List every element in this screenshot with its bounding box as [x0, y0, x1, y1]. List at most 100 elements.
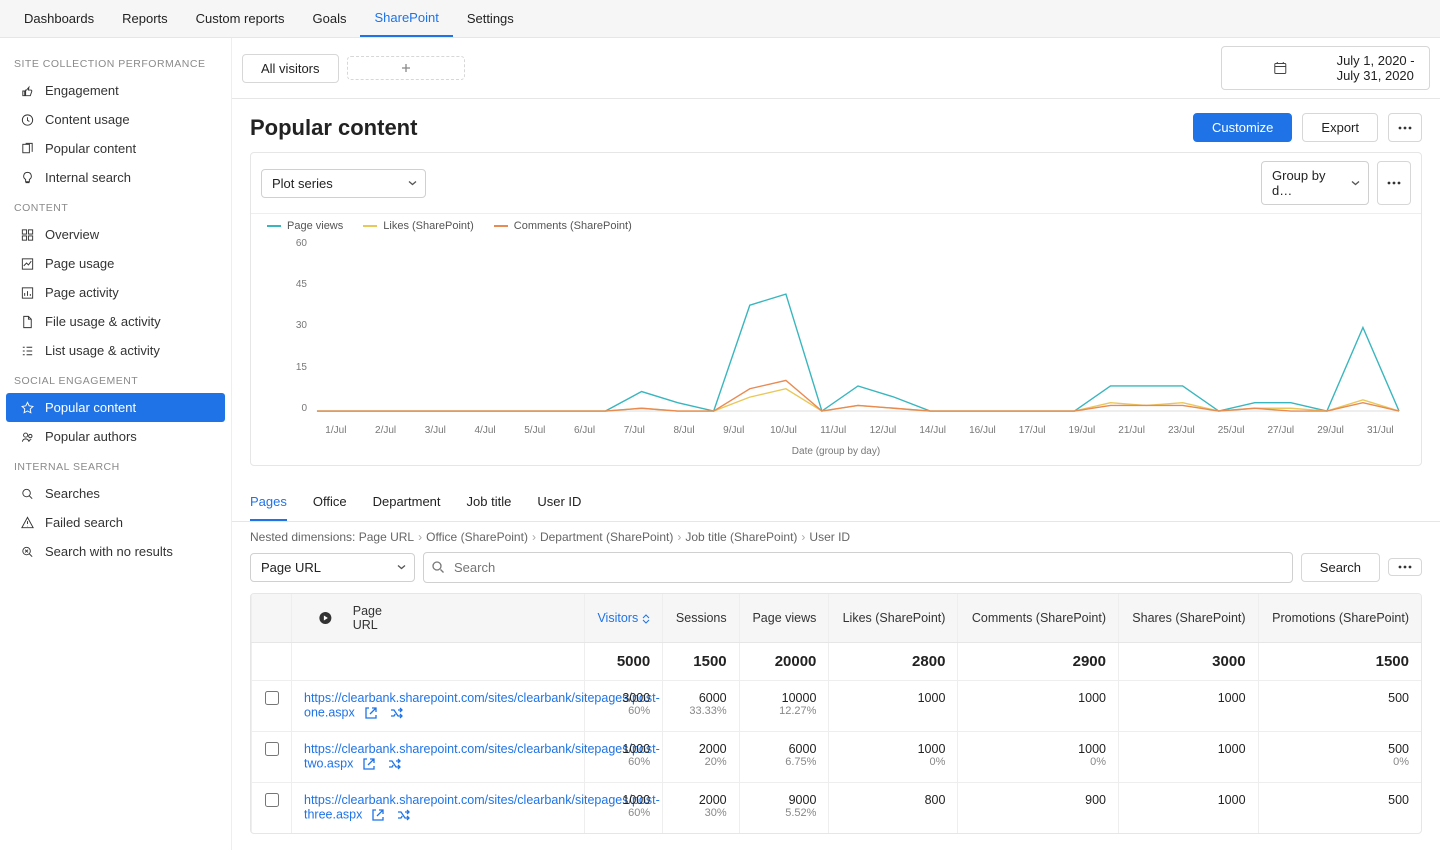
users-icon: [20, 429, 35, 444]
tab-pages[interactable]: Pages: [250, 484, 287, 521]
sidebar-item-failed-search[interactable]: Failed search: [0, 508, 231, 537]
breadcrumb-item[interactable]: User ID: [809, 530, 850, 544]
legend-item[interactable]: Likes (SharePoint): [363, 220, 474, 232]
col-shares-sharepoint-[interactable]: Shares (SharePoint): [1118, 594, 1258, 643]
breadcrumb-item[interactable]: Page URL: [359, 530, 414, 544]
chart-icon: [20, 256, 35, 271]
table-row: https://clearbank.sharepoint.com/sites/c…: [252, 782, 1422, 833]
tab-department[interactable]: Department: [373, 484, 441, 521]
topnav-custom-reports[interactable]: Custom reports: [182, 0, 299, 37]
x-axis-caption: Date (group by day): [251, 444, 1421, 465]
sidebar-item-list-usage-activity[interactable]: List usage & activity: [0, 336, 231, 365]
topnav-goals[interactable]: Goals: [299, 0, 361, 37]
sidebar-item-overview[interactable]: Overview: [0, 220, 231, 249]
table-row: https://clearbank.sharepoint.com/sites/c…: [252, 731, 1422, 782]
sidebar-item-engagement[interactable]: Engagement: [0, 76, 231, 105]
searchx-icon: [20, 544, 35, 559]
sidebar-section: INTERNAL SEARCH: [0, 451, 231, 479]
col-visitors[interactable]: Visitors: [584, 594, 662, 643]
breadcrumb-item[interactable]: Job title (SharePoint): [685, 530, 797, 544]
sidebar-item-content-usage[interactable]: Content usage: [0, 105, 231, 134]
sidebar-item-searches[interactable]: Searches: [0, 479, 231, 508]
col-page-views[interactable]: Page views: [739, 594, 829, 643]
checkbox-header: [252, 594, 292, 643]
plus-icon: [348, 63, 464, 73]
sidebar: SITE COLLECTION PERFORMANCEEngagementCon…: [0, 38, 232, 850]
shuffle-icon[interactable]: [396, 807, 412, 823]
line-chart: [311, 236, 1405, 425]
tab-user-id[interactable]: User ID: [537, 484, 581, 521]
sidebar-item-popular-authors[interactable]: Popular authors: [0, 422, 231, 451]
top-navigation: DashboardsReportsCustom reportsGoalsShar…: [0, 0, 1440, 38]
file-icon: [20, 314, 35, 329]
legend-item[interactable]: Page views: [267, 220, 343, 232]
col-comments-sharepoint-[interactable]: Comments (SharePoint): [958, 594, 1119, 643]
bulb-icon: [20, 170, 35, 185]
topnav-dashboards[interactable]: Dashboards: [10, 0, 108, 37]
col-likes-sharepoint-[interactable]: Likes (SharePoint): [829, 594, 958, 643]
sidebar-section: CONTENT: [0, 192, 231, 220]
chart-card: Plot series Group by d… Page views Likes …: [250, 152, 1422, 466]
legend-item[interactable]: Comments (SharePoint): [494, 220, 632, 232]
dots-icon: [1397, 126, 1413, 130]
row-checkbox[interactable]: [265, 742, 279, 756]
sidebar-item-popular-content[interactable]: Popular content: [0, 134, 231, 163]
dots-icon: [1397, 565, 1413, 569]
more-actions-button[interactable]: [1388, 113, 1422, 142]
thumbs-icon: [20, 83, 35, 98]
dimension-select[interactable]: Page URL: [250, 553, 415, 582]
list-icon: [20, 343, 35, 358]
page-title: Popular content: [250, 115, 417, 141]
sidebar-section: SOCIAL ENGAGEMENT: [0, 365, 231, 393]
topnav-settings[interactable]: Settings: [453, 0, 528, 37]
visitor-tab-bar: All visitors July 1, 2020 - July 31, 202…: [232, 38, 1440, 99]
tab-office[interactable]: Office: [313, 484, 347, 521]
shuffle-icon[interactable]: [387, 756, 403, 772]
topnav-reports[interactable]: Reports: [108, 0, 182, 37]
sidebar-item-page-activity[interactable]: Page activity: [0, 278, 231, 307]
tab-job-title[interactable]: Job title: [467, 484, 512, 521]
clock-icon: [20, 112, 35, 127]
dimension-tabs: Pages Office Department Job title User ID: [232, 484, 1440, 522]
calendar-icon: [1234, 61, 1327, 75]
sidebar-item-file-usage-activity[interactable]: File usage & activity: [0, 307, 231, 336]
open-external-icon[interactable]: [361, 756, 377, 772]
copy-icon: [20, 141, 35, 156]
chevron-down-icon: [1351, 179, 1360, 188]
sort-desc-icon: [642, 614, 650, 624]
breadcrumb-item[interactable]: Department (SharePoint): [540, 530, 673, 544]
group-by-select[interactable]: Group by d…: [1261, 161, 1369, 205]
sidebar-item-internal-search[interactable]: Internal search: [0, 163, 231, 192]
chevron-down-icon: [397, 563, 406, 572]
table-more-button[interactable]: [1388, 558, 1422, 576]
open-external-icon[interactable]: [370, 807, 386, 823]
col-sessions[interactable]: Sessions: [663, 594, 739, 643]
plot-series-select[interactable]: Plot series: [261, 169, 426, 198]
dots-icon: [1386, 181, 1402, 185]
alert-icon: [20, 515, 35, 530]
visitor-segment-tab[interactable]: All visitors: [242, 54, 339, 83]
sidebar-item-popular-content[interactable]: Popular content: [6, 393, 225, 422]
sidebar-section: SITE COLLECTION PERFORMANCE: [0, 48, 231, 76]
sidebar-item-page-usage[interactable]: Page usage: [0, 249, 231, 278]
search-input[interactable]: [423, 552, 1293, 583]
row-checkbox[interactable]: [265, 691, 279, 705]
add-segment-button[interactable]: [347, 56, 465, 80]
col-page-url[interactable]: Page URL: [292, 594, 585, 643]
customize-button[interactable]: Customize: [1193, 113, 1292, 142]
date-range-text: July 1, 2020 - July 31, 2020: [1337, 53, 1417, 83]
nested-dimensions-breadcrumb: Nested dimensions: Page URL›Office (Shar…: [232, 522, 1440, 552]
search-button[interactable]: Search: [1301, 553, 1380, 582]
bars-icon: [20, 285, 35, 300]
star-icon: [20, 400, 35, 415]
row-checkbox[interactable]: [265, 793, 279, 807]
open-external-icon[interactable]: [363, 705, 379, 721]
shuffle-icon[interactable]: [389, 705, 405, 721]
export-button[interactable]: Export: [1302, 113, 1378, 142]
date-range-picker[interactable]: July 1, 2020 - July 31, 2020: [1221, 46, 1430, 90]
chart-more-button[interactable]: [1377, 161, 1411, 205]
col-promotions-sharepoint-[interactable]: Promotions (SharePoint): [1258, 594, 1421, 643]
breadcrumb-item[interactable]: Office (SharePoint): [426, 530, 528, 544]
sidebar-item-search-with-no-results[interactable]: Search with no results: [0, 537, 231, 566]
topnav-sharepoint[interactable]: SharePoint: [360, 0, 452, 37]
